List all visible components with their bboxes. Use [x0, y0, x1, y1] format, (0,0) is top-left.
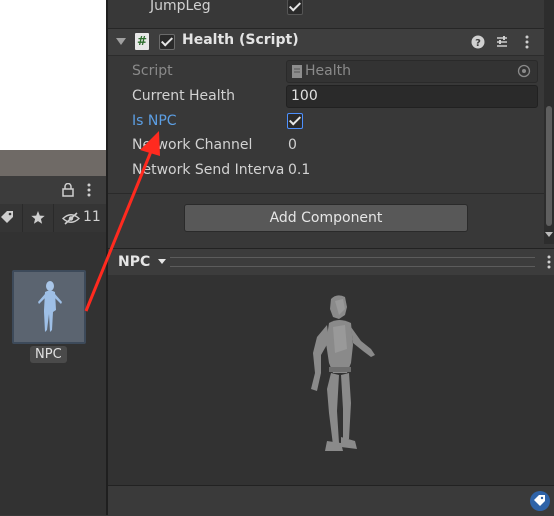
project-filter-bar: 11: [0, 204, 106, 233]
asset-label-npc[interactable]: NPC: [30, 346, 67, 363]
is-npc-label: Is NPC: [132, 113, 177, 129]
model-preview-viewport[interactable]: [108, 275, 554, 485]
preview-footer: [108, 485, 554, 516]
network-channel-label: Network Channel: [132, 137, 253, 153]
preview-dropdown-label: NPC: [118, 254, 151, 270]
preview-resize-handle[interactable]: [170, 257, 535, 267]
scene-view-area: [0, 0, 106, 150]
component-header[interactable]: # Health (Script) ?: [108, 28, 544, 56]
script-value: Health: [305, 63, 351, 79]
preview-object-dropdown[interactable]: NPC: [112, 251, 172, 273]
jumpleg-checkbox[interactable]: [287, 0, 303, 15]
script-file-icon: #: [135, 33, 149, 50]
scroll-down-arrow-icon[interactable]: [545, 232, 553, 238]
asset-label-button[interactable]: [530, 491, 550, 511]
is-npc-row: Is NPC: [108, 109, 544, 133]
foldout-arrow-icon[interactable]: [116, 38, 126, 46]
star-icon[interactable]: [31, 211, 45, 225]
component-divider: [108, 193, 544, 194]
preview-header: NPC: [108, 248, 554, 276]
current-health-label: Current Health: [132, 88, 236, 104]
inspector-panel: JumpLeg # Health (Script) ? Script Healt…: [108, 0, 544, 244]
current-health-value: 100: [291, 88, 318, 104]
preview-menu-icon[interactable]: [546, 255, 552, 269]
current-health-row: Current Health 100: [108, 84, 544, 108]
script-object-field: Health: [286, 60, 538, 83]
jumpleg-label: JumpLeg: [150, 0, 211, 14]
network-send-interval-value[interactable]: 0.1: [288, 158, 310, 182]
hidden-count: 11: [83, 209, 101, 225]
script-asset-icon: [292, 65, 302, 78]
network-channel-row: Network Channel 0: [108, 133, 544, 157]
network-send-interval-row: Network Send Interva 0.1: [108, 158, 544, 182]
presets-icon[interactable]: [495, 35, 509, 49]
eye-hidden-icon[interactable]: [62, 212, 80, 225]
component-title: Health (Script): [182, 32, 299, 48]
object-picker-icon[interactable]: [517, 64, 531, 78]
component-enabled-checkbox[interactable]: [159, 34, 175, 50]
character-model-thumbnail-icon: [38, 281, 62, 332]
dropdown-arrow-icon: [158, 259, 167, 264]
tag-icon[interactable]: [0, 211, 14, 225]
svg-text:?: ?: [475, 38, 481, 49]
jumpleg-row: JumpLeg: [108, 0, 544, 18]
asset-grid: NPC: [0, 232, 106, 515]
is-npc-checkbox[interactable]: [287, 113, 303, 129]
character-model-preview: [311, 295, 375, 451]
lock-icon[interactable]: [62, 183, 74, 197]
script-field-row: Script Health: [108, 59, 544, 83]
network-channel-value[interactable]: 0: [288, 133, 297, 157]
kebab-menu-icon[interactable]: [86, 183, 92, 197]
project-toolbar: [0, 176, 106, 205]
scrollbar-thumb[interactable]: [546, 106, 552, 226]
script-label: Script: [132, 63, 173, 79]
asset-thumbnail-npc[interactable]: [12, 270, 86, 344]
help-icon[interactable]: ?: [471, 35, 485, 49]
label-tag-icon: [534, 495, 545, 506]
network-send-interval-label: Network Send Interva: [132, 162, 285, 178]
current-health-input[interactable]: 100: [286, 85, 538, 108]
component-menu-icon[interactable]: [524, 35, 530, 49]
panel-separator-band: [0, 150, 106, 176]
add-component-button[interactable]: Add Component: [184, 204, 468, 232]
